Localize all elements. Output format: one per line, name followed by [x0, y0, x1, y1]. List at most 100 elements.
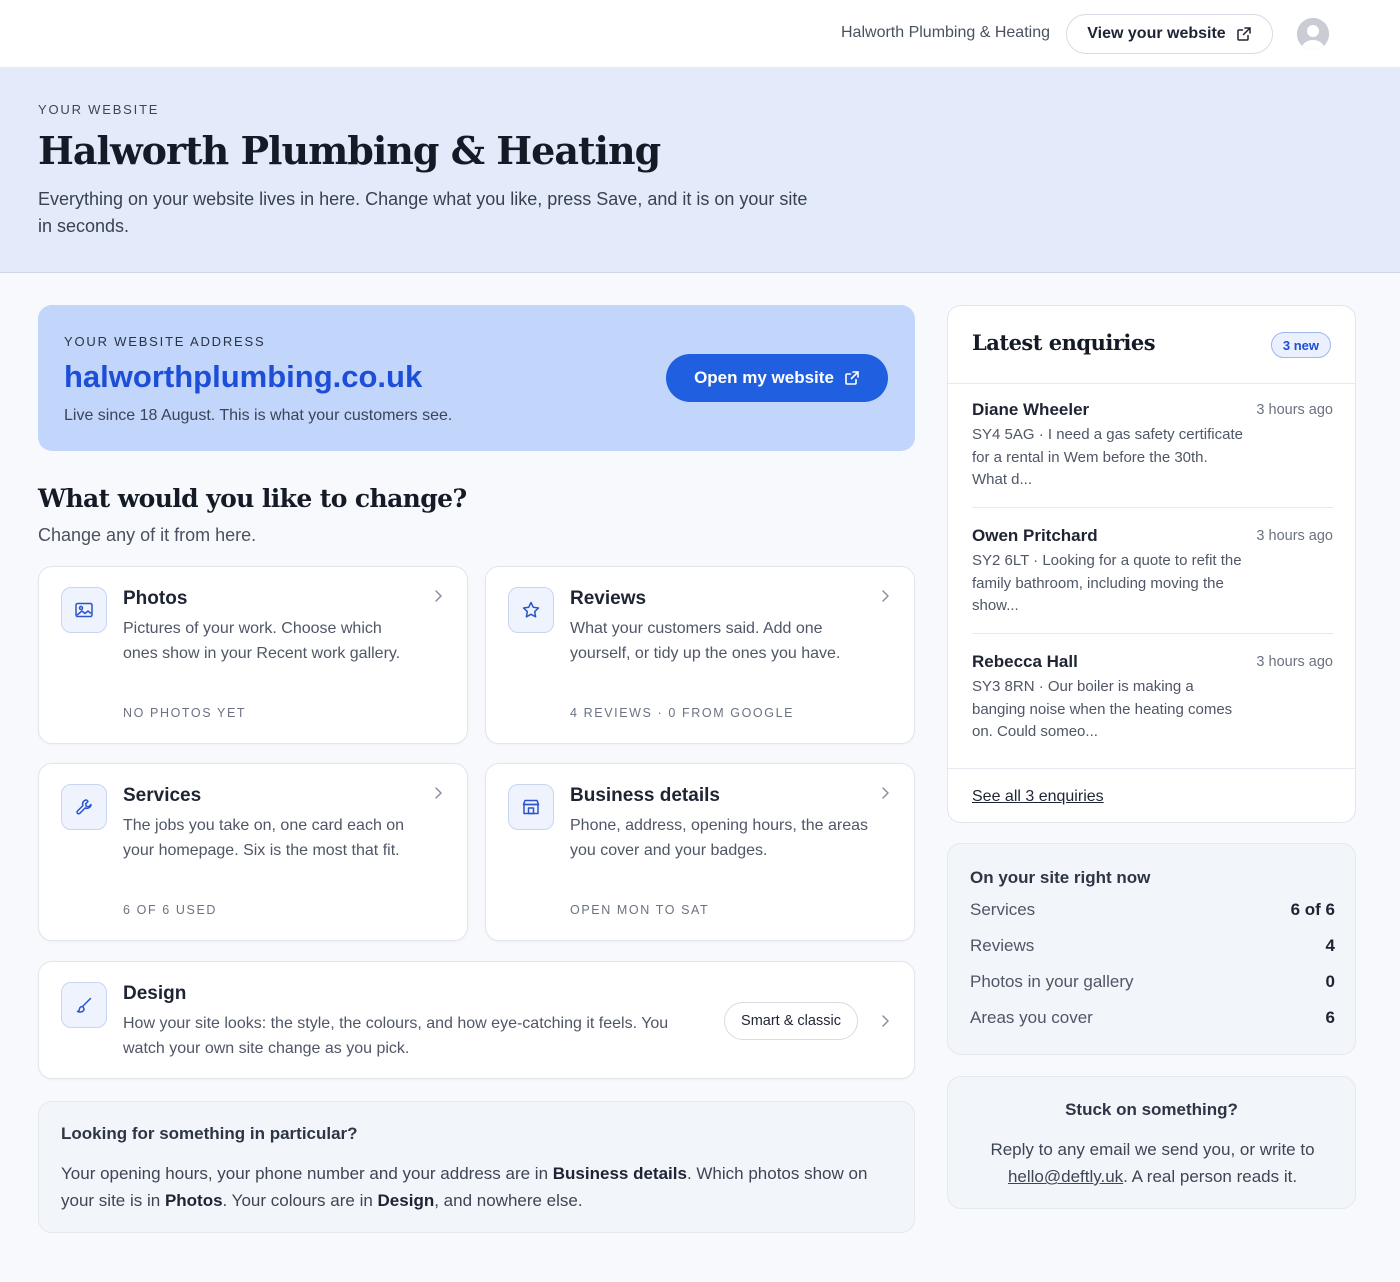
reviews-description: What your customers said. Add one yourse…: [570, 620, 841, 662]
photos-card[interactable]: Photos Pictures of your work. Choose whi…: [38, 566, 468, 744]
stat-row: Photos in your gallery 0: [970, 972, 1335, 996]
image-icon: [75, 602, 93, 618]
shop-icon: [522, 799, 540, 815]
photos-meta: NO PHOTOS YET: [123, 706, 247, 720]
section-subtitle: Change any of it from here.: [38, 525, 257, 545]
stats-title: On your site right now: [970, 868, 1151, 887]
help-text: , and nowhere else.: [434, 1191, 583, 1210]
stat-value: 0: [1325, 972, 1335, 991]
help-answer: Your opening hours, your phone number an…: [61, 1160, 891, 1214]
site-stats-panel: On your site right now Services 6 of 6 R…: [947, 843, 1356, 1055]
stat-row: Reviews 4: [970, 936, 1335, 960]
stat-label: Photos in your gallery: [970, 972, 1134, 991]
reviews-meta: 4 REVIEWS · 0 FROM GOOGLE: [570, 706, 795, 720]
top-bar: Halworth Plumbing & Heating View your we…: [0, 0, 1400, 68]
services-icon-box: [61, 784, 107, 830]
stat-label: Reviews: [970, 936, 1035, 955]
website-address-card: YOUR WEBSITE ADDRESS halworthplumbing.co…: [38, 305, 915, 451]
wrench-icon: [76, 799, 92, 815]
enquiries-panel: Latest enquiries 3 new Diane Wheeler 3 h…: [947, 305, 1356, 823]
enquiries-header: Latest enquiries 3 new: [948, 306, 1355, 384]
support-email-link[interactable]: hello@deftly.uk: [1008, 1167, 1123, 1186]
view-website-button[interactable]: View your website: [1066, 14, 1273, 54]
enquiry-message: SY3 8RN · Our boiler is making a banging…: [972, 678, 1233, 740]
stat-row: Areas you cover 6: [970, 1008, 1335, 1032]
reviews-card[interactable]: Reviews What your customers said. Add on…: [485, 566, 915, 744]
stat-value: 6 of 6: [1290, 900, 1335, 919]
support-title: Stuck on something?: [1065, 1100, 1238, 1119]
business-icon-box: [508, 784, 554, 830]
website-domain: halworthplumbing.co.uk: [64, 359, 423, 394]
hero-lead: Everything on your website lives in here…: [38, 189, 808, 236]
enquiry-time: 3 hours ago: [1256, 528, 1333, 544]
address-eyebrow: YOUR WEBSITE ADDRESS: [64, 334, 266, 349]
help-box: Looking for something in particular? You…: [38, 1101, 915, 1233]
enquiry-name: Rebecca Hall: [972, 652, 1078, 671]
brush-icon: [76, 997, 92, 1013]
services-card[interactable]: Services The jobs you take on, one card …: [38, 763, 468, 941]
avatar[interactable]: [1297, 18, 1329, 50]
design-icon-box: [61, 982, 107, 1028]
see-all-enquiries-link[interactable]: See all 3 enquiries: [972, 788, 1104, 806]
enquiry-time: 3 hours ago: [1256, 654, 1333, 670]
chevron-right-icon: [882, 1015, 889, 1027]
chevron-right-icon: [435, 590, 442, 602]
enquiry-message: SY4 5AG · I need a gas safety certificat…: [972, 426, 1243, 488]
external-link-icon: [845, 371, 859, 385]
page-title: Halworth Plumbing & Heating: [38, 128, 661, 173]
hero-eyebrow: YOUR WEBSITE: [38, 102, 160, 117]
stat-label: Areas you cover: [970, 1008, 1093, 1027]
stat-value: 6: [1325, 1008, 1335, 1027]
reviews-title: Reviews: [570, 588, 647, 609]
photos-title: Photos: [123, 588, 188, 609]
reviews-icon-box: [508, 587, 554, 633]
enquiries-footer: See all 3 enquiries: [948, 768, 1355, 822]
help-photos: Photos: [164, 1191, 223, 1210]
enquiry-name: Diane Wheeler: [972, 400, 1090, 419]
services-description: The jobs you take on, one card each on y…: [123, 817, 405, 859]
star-icon: [522, 601, 540, 618]
business-title: Business details: [570, 785, 720, 806]
business-name: Halworth Plumbing & Heating: [841, 24, 1050, 41]
enquiry-message: SY2 6LT · Looking for a quote to refit t…: [972, 552, 1242, 614]
divider: [972, 633, 1333, 634]
chevron-right-icon: [435, 787, 442, 799]
user-avatar-icon: [1297, 18, 1329, 50]
support-box: Stuck on something? Reply to any email w…: [947, 1076, 1356, 1209]
enquiry-time: 3 hours ago: [1256, 402, 1333, 418]
support-text: Reply to any email we send you, or write…: [968, 1136, 1337, 1190]
help-design: Design: [377, 1191, 435, 1210]
stat-row: Services 6 of 6: [970, 900, 1335, 924]
stat-label: Services: [970, 900, 1036, 919]
help-text: . Your colours are in: [222, 1191, 378, 1210]
chevron-right-icon: [882, 787, 889, 799]
design-card[interactable]: Design How your site looks: the style, t…: [38, 961, 915, 1079]
business-details-card[interactable]: Business details Phone, address, opening…: [485, 763, 915, 941]
open-my-website-button[interactable]: Open my website: [666, 354, 888, 402]
open-website-label: Open my website: [694, 368, 834, 387]
help-business-details: Business details: [552, 1164, 687, 1183]
support-text-part: . A real person reads it.: [1123, 1167, 1298, 1186]
business-meta: OPEN MON TO SAT: [570, 903, 710, 917]
external-link-icon: [1236, 27, 1251, 41]
support-text-part: Reply to any email we send you, or write…: [990, 1140, 1315, 1159]
stat-value: 4: [1325, 936, 1335, 955]
photos-icon-box: [61, 587, 107, 633]
view-website-label: View your website: [1087, 25, 1226, 42]
business-description: Phone, address, opening hours, the areas…: [570, 817, 868, 859]
design-style-pill[interactable]: Smart & classic: [724, 1002, 858, 1040]
hero-banner: YOUR WEBSITE Halworth Plumbing & Heating…: [0, 68, 1400, 273]
help-text: Your opening hours, your phone number an…: [61, 1164, 553, 1183]
enquiry-name: Owen Pritchard: [972, 526, 1098, 545]
design-title: Design: [123, 983, 187, 1004]
section-title: What would you like to change?: [38, 484, 467, 513]
services-title: Services: [123, 785, 202, 806]
chevron-right-icon: [882, 590, 889, 602]
services-meta: 6 OF 6 USED: [123, 903, 218, 917]
enquiries-title: Latest enquiries: [972, 330, 1156, 355]
photos-description: Pictures of your work. Choose which ones…: [123, 620, 401, 662]
help-question: Looking for something in particular?: [61, 1124, 358, 1143]
live-since-text: Live since 18 August. This is what your …: [64, 407, 453, 424]
divider: [972, 507, 1333, 508]
new-count-badge: 3 new: [1270, 332, 1331, 358]
